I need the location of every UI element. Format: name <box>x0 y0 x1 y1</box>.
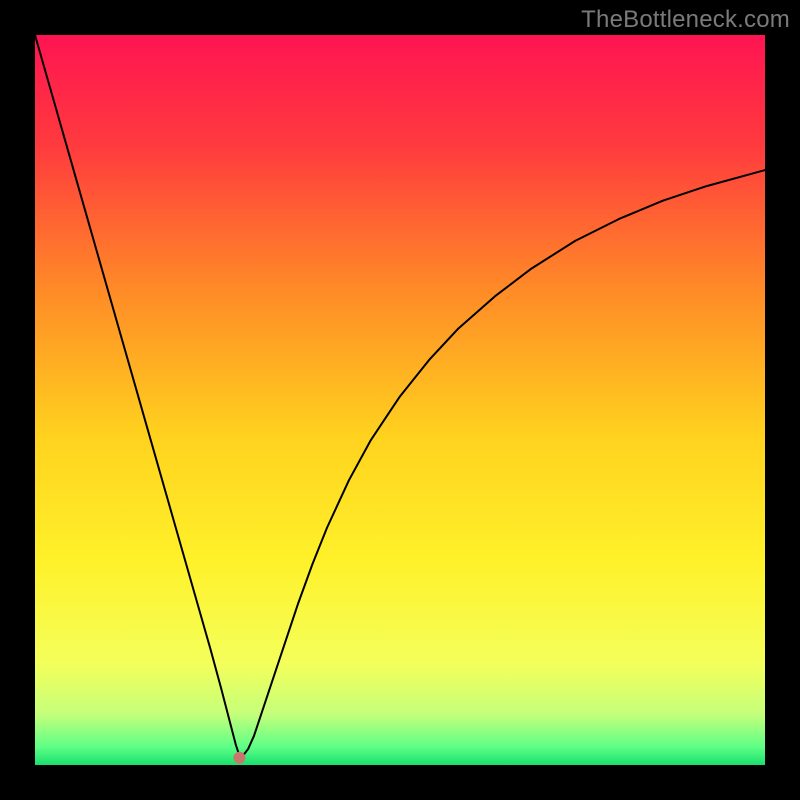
watermark-text: TheBottleneck.com <box>581 6 790 34</box>
optimal-point-marker <box>233 752 245 764</box>
chart-frame <box>35 35 765 765</box>
bottleneck-chart <box>35 35 765 765</box>
gradient-background <box>35 35 765 765</box>
